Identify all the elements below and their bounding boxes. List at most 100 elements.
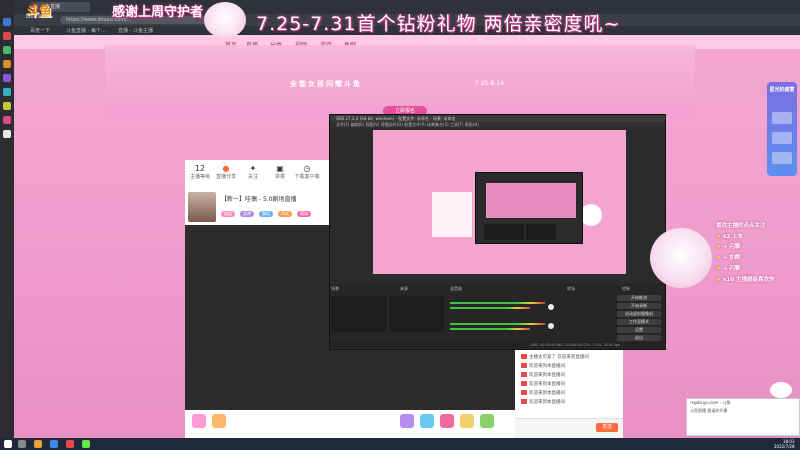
nested-scenes (484, 224, 524, 240)
room-title: 【新一】哇偶 - 5.0剧场直播 (221, 196, 297, 203)
download-icon: ◷ (303, 164, 311, 173)
gift-icon[interactable] (480, 414, 494, 428)
info-download[interactable]: ◷ 下载客户端 (294, 164, 320, 180)
gift-icon: ★ (716, 277, 721, 283)
event-banner (105, 45, 695, 115)
room-tag[interactable]: 萌妹 (297, 211, 311, 217)
gift-icon: ★ (716, 234, 721, 240)
obs-titlebar[interactable]: OBS 27.2.4 (64-bit, windows) - 配置文件: 未命名… (330, 115, 665, 122)
app-icon[interactable] (3, 60, 11, 68)
info-report[interactable]: ▣ 举报 (267, 164, 293, 180)
chat-message: 欢迎来到本直播间 (521, 399, 565, 405)
room-tag[interactable]: 声优 (278, 211, 292, 217)
gift-icon[interactable] (192, 414, 206, 428)
nested-preview-content (486, 183, 576, 218)
stream-overlay-title: 7.25-7.31首个钻粉礼物 两倍亲密度吼~ (256, 13, 621, 35)
room-tag[interactable]: 舞蹈 (259, 211, 273, 217)
gift-icon[interactable] (460, 414, 474, 428)
send-button[interactable]: 发送 (596, 423, 618, 432)
unicorn-mascot (650, 228, 712, 288)
controls-label: 控制 (622, 286, 630, 291)
gift-icon[interactable] (420, 414, 434, 428)
audio-meter (450, 328, 530, 330)
taskbar (0, 438, 800, 450)
app-icon[interactable] (3, 46, 11, 54)
fan-badge-icon (521, 399, 527, 404)
fan-badge-icon (521, 381, 527, 386)
app-icon[interactable] (3, 74, 11, 82)
nested-mixer (526, 224, 556, 240)
obs-status-bar: LIVE: 00:00:00 REC: 00:00:00 CPU: 3.1%, … (330, 342, 665, 348)
obs-menubar[interactable]: 文件(F) 编辑(E) 视图(V) 停靠部件(D) 配置文件(P) 场景集合(S… (330, 122, 665, 128)
gift-icon: ★ (716, 244, 721, 250)
folder-icon[interactable] (34, 440, 42, 448)
reward-line: ★ + 闪擎 (716, 244, 741, 250)
reward-line: 喜欢主播的点点关注 (716, 223, 766, 229)
fan-badge-icon (521, 390, 527, 395)
sources-list[interactable] (389, 296, 444, 332)
exit-button[interactable]: 退出 (617, 335, 661, 341)
gift-icon: ★ (716, 266, 721, 272)
side-ad-text: 星光的盛宴 (769, 87, 795, 93)
app-icon[interactable] (3, 88, 11, 96)
ad-slot (772, 112, 792, 124)
share-icon: ● (222, 164, 230, 173)
audio-meter (450, 302, 545, 304)
volume-icon[interactable] (548, 323, 554, 329)
ad-slot (772, 152, 792, 164)
gift-icon[interactable] (440, 414, 454, 428)
start-icon[interactable] (4, 440, 12, 448)
notification-body: 斗鱼直播 邀请你开播 (690, 408, 728, 413)
reward-line: ★ x10 主播超级喜欢你 (716, 277, 775, 283)
room-tag[interactable]: 女神 (240, 211, 254, 217)
app-icon[interactable] (3, 116, 11, 124)
fan-badge-icon (521, 354, 527, 359)
chat-message: 欢迎来到本直播间 (521, 372, 565, 378)
room-tag[interactable]: 颜值 (221, 211, 235, 217)
audio-meter (450, 307, 530, 309)
search-icon[interactable] (18, 440, 26, 448)
info-level: 12 主播等级 (189, 164, 210, 180)
app-icon[interactable] (3, 130, 11, 138)
studio-mode-button[interactable]: 工作室模式 (617, 319, 661, 325)
start-streaming-button[interactable]: 开始推流 (617, 295, 661, 301)
start-recording-button[interactable]: 开始录制 (617, 303, 661, 309)
fan-badge-icon (521, 372, 527, 377)
audio-meter (450, 323, 545, 325)
mascot-sticker (770, 382, 792, 398)
app-icon[interactable] (82, 440, 90, 448)
app-icon[interactable] (66, 440, 74, 448)
ad-slot (772, 132, 792, 144)
logo-subtitle: DOUYU.COM (26, 14, 52, 19)
reward-line: ★ + 加群 (716, 255, 741, 261)
fan-badge-icon (521, 363, 527, 368)
thanks-caption: 感谢上周守护者 (112, 5, 204, 20)
chat-message: 主播太可爱了 欢迎来到直播间 (521, 354, 589, 360)
info-follow[interactable]: ✦ 关注 (240, 164, 266, 180)
home-icon[interactable] (3, 18, 11, 26)
browser-icon[interactable] (50, 440, 58, 448)
mascot-image (204, 2, 246, 38)
anchor-avatar[interactable] (188, 192, 216, 222)
reward-line: ★ x2 上车 (716, 234, 744, 240)
info-share[interactable]: ● 直播分享 (213, 164, 239, 180)
bookmark[interactable]: 直播 - 斗鱼主播 (118, 27, 153, 34)
bookmark[interactable]: 百度一下 (30, 27, 50, 34)
reward-line: ★ + 闪擎 (716, 266, 741, 272)
favorite-icon[interactable] (3, 32, 11, 40)
chat-message: 欢迎来到本直播间 (521, 390, 565, 396)
scenes-list[interactable] (331, 296, 387, 332)
volume-icon[interactable] (548, 304, 554, 310)
settings-button[interactable]: 设置 (617, 327, 661, 333)
report-icon: ▣ (276, 164, 284, 173)
scenes-label: 场景 (331, 286, 339, 291)
chat-message: 欢迎来到本直播间 (521, 363, 565, 369)
app-icon[interactable] (3, 102, 11, 110)
bookmark[interactable]: 斗鱼直播 - 每个... (66, 27, 106, 34)
browser-sidebar (0, 0, 14, 438)
gift-icon: ★ (716, 255, 721, 261)
gift-icon[interactable] (212, 414, 226, 428)
gift-icon[interactable] (400, 414, 414, 428)
virtual-camera-button[interactable]: 启动虚拟摄像机 (617, 311, 661, 317)
system-clock[interactable]: 18:03 2022/7/28 (774, 439, 795, 449)
